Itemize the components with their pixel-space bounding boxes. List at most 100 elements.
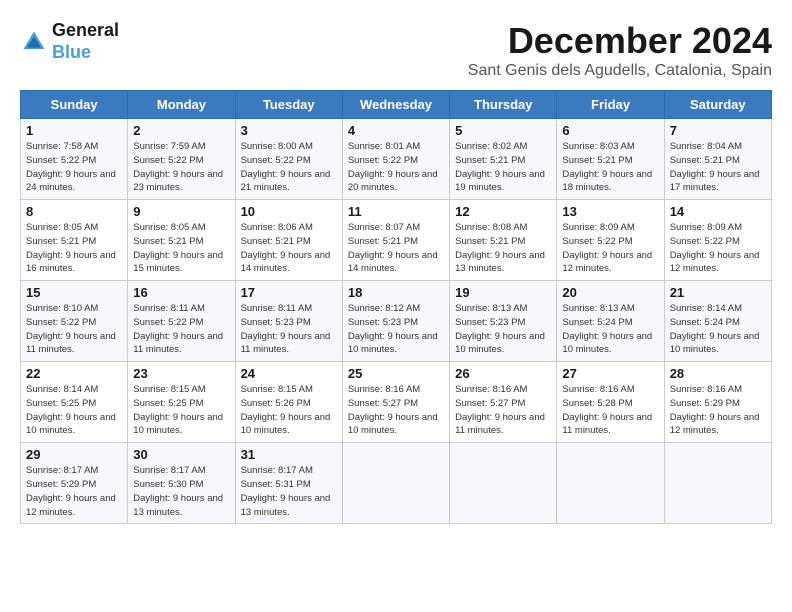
col-thursday: Thursday — [450, 91, 557, 119]
calendar-cell: 22 Sunrise: 8:14 AM Sunset: 5:25 PM Dayl… — [21, 362, 128, 443]
day-info: Sunrise: 8:03 AM Sunset: 5:21 PM Dayligh… — [562, 140, 658, 195]
calendar-cell: 29 Sunrise: 8:17 AM Sunset: 5:29 PM Dayl… — [21, 443, 128, 524]
logo: General Blue — [20, 20, 119, 63]
logo-icon — [20, 28, 48, 56]
day-number: 15 — [26, 285, 122, 300]
col-tuesday: Tuesday — [235, 91, 342, 119]
day-number: 16 — [133, 285, 229, 300]
calendar-cell: 12 Sunrise: 8:08 AM Sunset: 5:21 PM Dayl… — [450, 200, 557, 281]
calendar-cell: 11 Sunrise: 8:07 AM Sunset: 5:21 PM Dayl… — [342, 200, 449, 281]
day-info: Sunrise: 8:17 AM Sunset: 5:31 PM Dayligh… — [241, 464, 337, 519]
calendar-cell: 20 Sunrise: 8:13 AM Sunset: 5:24 PM Dayl… — [557, 281, 664, 362]
col-friday: Friday — [557, 91, 664, 119]
calendar-cell: 30 Sunrise: 8:17 AM Sunset: 5:30 PM Dayl… — [128, 443, 235, 524]
day-info: Sunrise: 8:05 AM Sunset: 5:21 PM Dayligh… — [26, 221, 122, 276]
day-number: 3 — [241, 123, 337, 138]
day-info: Sunrise: 8:14 AM Sunset: 5:25 PM Dayligh… — [26, 383, 122, 438]
day-info: Sunrise: 8:14 AM Sunset: 5:24 PM Dayligh… — [670, 302, 766, 357]
calendar-cell: 25 Sunrise: 8:16 AM Sunset: 5:27 PM Dayl… — [342, 362, 449, 443]
calendar-cell: 2 Sunrise: 7:59 AM Sunset: 5:22 PM Dayli… — [128, 119, 235, 200]
title-section: December 2024 Sant Genis dels Agudells, … — [468, 20, 772, 80]
calendar-cell: 14 Sunrise: 8:09 AM Sunset: 5:22 PM Dayl… — [664, 200, 771, 281]
calendar-cell: 31 Sunrise: 8:17 AM Sunset: 5:31 PM Dayl… — [235, 443, 342, 524]
col-saturday: Saturday — [664, 91, 771, 119]
day-info: Sunrise: 8:09 AM Sunset: 5:22 PM Dayligh… — [562, 221, 658, 276]
col-sunday: Sunday — [21, 91, 128, 119]
day-info: Sunrise: 8:11 AM Sunset: 5:23 PM Dayligh… — [241, 302, 337, 357]
day-number: 24 — [241, 366, 337, 381]
day-info: Sunrise: 8:10 AM Sunset: 5:22 PM Dayligh… — [26, 302, 122, 357]
day-number: 25 — [348, 366, 444, 381]
day-number: 12 — [455, 204, 551, 219]
day-number: 4 — [348, 123, 444, 138]
calendar-cell: 23 Sunrise: 8:15 AM Sunset: 5:25 PM Dayl… — [128, 362, 235, 443]
calendar-cell: 16 Sunrise: 8:11 AM Sunset: 5:22 PM Dayl… — [128, 281, 235, 362]
day-number: 21 — [670, 285, 766, 300]
day-number: 31 — [241, 447, 337, 462]
header: General Blue December 2024 Sant Genis de… — [20, 20, 772, 80]
day-info: Sunrise: 8:15 AM Sunset: 5:26 PM Dayligh… — [241, 383, 337, 438]
calendar-cell: 10 Sunrise: 8:06 AM Sunset: 5:21 PM Dayl… — [235, 200, 342, 281]
day-info: Sunrise: 8:16 AM Sunset: 5:28 PM Dayligh… — [562, 383, 658, 438]
day-info: Sunrise: 8:12 AM Sunset: 5:23 PM Dayligh… — [348, 302, 444, 357]
day-number: 6 — [562, 123, 658, 138]
calendar-cell: 4 Sunrise: 8:01 AM Sunset: 5:22 PM Dayli… — [342, 119, 449, 200]
day-number: 10 — [241, 204, 337, 219]
calendar-cell — [557, 443, 664, 524]
calendar-cell: 6 Sunrise: 8:03 AM Sunset: 5:21 PM Dayli… — [557, 119, 664, 200]
calendar-table: Sunday Monday Tuesday Wednesday Thursday… — [20, 90, 772, 524]
calendar-row: 15 Sunrise: 8:10 AM Sunset: 5:22 PM Dayl… — [21, 281, 772, 362]
calendar-cell: 19 Sunrise: 8:13 AM Sunset: 5:23 PM Dayl… — [450, 281, 557, 362]
calendar-title: December 2024 — [468, 20, 772, 62]
day-info: Sunrise: 7:59 AM Sunset: 5:22 PM Dayligh… — [133, 140, 229, 195]
calendar-cell — [450, 443, 557, 524]
day-info: Sunrise: 8:00 AM Sunset: 5:22 PM Dayligh… — [241, 140, 337, 195]
day-number: 30 — [133, 447, 229, 462]
calendar-row: 1 Sunrise: 7:58 AM Sunset: 5:22 PM Dayli… — [21, 119, 772, 200]
day-info: Sunrise: 8:16 AM Sunset: 5:29 PM Dayligh… — [670, 383, 766, 438]
day-info: Sunrise: 8:13 AM Sunset: 5:24 PM Dayligh… — [562, 302, 658, 357]
day-info: Sunrise: 8:09 AM Sunset: 5:22 PM Dayligh… — [670, 221, 766, 276]
day-info: Sunrise: 8:05 AM Sunset: 5:21 PM Dayligh… — [133, 221, 229, 276]
day-number: 5 — [455, 123, 551, 138]
day-number: 28 — [670, 366, 766, 381]
calendar-subtitle: Sant Genis dels Agudells, Catalonia, Spa… — [468, 62, 772, 80]
day-info: Sunrise: 8:08 AM Sunset: 5:21 PM Dayligh… — [455, 221, 551, 276]
calendar-cell: 3 Sunrise: 8:00 AM Sunset: 5:22 PM Dayli… — [235, 119, 342, 200]
day-info: Sunrise: 8:17 AM Sunset: 5:30 PM Dayligh… — [133, 464, 229, 519]
calendar-cell: 18 Sunrise: 8:12 AM Sunset: 5:23 PM Dayl… — [342, 281, 449, 362]
calendar-cell: 26 Sunrise: 8:16 AM Sunset: 5:27 PM Dayl… — [450, 362, 557, 443]
calendar-cell: 28 Sunrise: 8:16 AM Sunset: 5:29 PM Dayl… — [664, 362, 771, 443]
day-number: 8 — [26, 204, 122, 219]
calendar-row: 8 Sunrise: 8:05 AM Sunset: 5:21 PM Dayli… — [21, 200, 772, 281]
day-info: Sunrise: 8:06 AM Sunset: 5:21 PM Dayligh… — [241, 221, 337, 276]
day-info: Sunrise: 8:16 AM Sunset: 5:27 PM Dayligh… — [455, 383, 551, 438]
day-info: Sunrise: 8:17 AM Sunset: 5:29 PM Dayligh… — [26, 464, 122, 519]
day-number: 1 — [26, 123, 122, 138]
day-number: 27 — [562, 366, 658, 381]
day-number: 18 — [348, 285, 444, 300]
day-number: 22 — [26, 366, 122, 381]
calendar-cell: 21 Sunrise: 8:14 AM Sunset: 5:24 PM Dayl… — [664, 281, 771, 362]
calendar-cell: 15 Sunrise: 8:10 AM Sunset: 5:22 PM Dayl… — [21, 281, 128, 362]
day-number: 14 — [670, 204, 766, 219]
col-monday: Monday — [128, 91, 235, 119]
calendar-cell — [342, 443, 449, 524]
day-number: 7 — [670, 123, 766, 138]
day-info: Sunrise: 8:04 AM Sunset: 5:21 PM Dayligh… — [670, 140, 766, 195]
day-number: 9 — [133, 204, 229, 219]
day-info: Sunrise: 8:11 AM Sunset: 5:22 PM Dayligh… — [133, 302, 229, 357]
header-row: Sunday Monday Tuesday Wednesday Thursday… — [21, 91, 772, 119]
day-info: Sunrise: 8:16 AM Sunset: 5:27 PM Dayligh… — [348, 383, 444, 438]
calendar-cell: 5 Sunrise: 8:02 AM Sunset: 5:21 PM Dayli… — [450, 119, 557, 200]
day-info: Sunrise: 8:01 AM Sunset: 5:22 PM Dayligh… — [348, 140, 444, 195]
day-number: 29 — [26, 447, 122, 462]
day-info: Sunrise: 7:58 AM Sunset: 5:22 PM Dayligh… — [26, 140, 122, 195]
calendar-row: 29 Sunrise: 8:17 AM Sunset: 5:29 PM Dayl… — [21, 443, 772, 524]
calendar-cell: 8 Sunrise: 8:05 AM Sunset: 5:21 PM Dayli… — [21, 200, 128, 281]
day-info: Sunrise: 8:15 AM Sunset: 5:25 PM Dayligh… — [133, 383, 229, 438]
day-number: 20 — [562, 285, 658, 300]
day-info: Sunrise: 8:07 AM Sunset: 5:21 PM Dayligh… — [348, 221, 444, 276]
day-number: 26 — [455, 366, 551, 381]
calendar-cell: 1 Sunrise: 7:58 AM Sunset: 5:22 PM Dayli… — [21, 119, 128, 200]
